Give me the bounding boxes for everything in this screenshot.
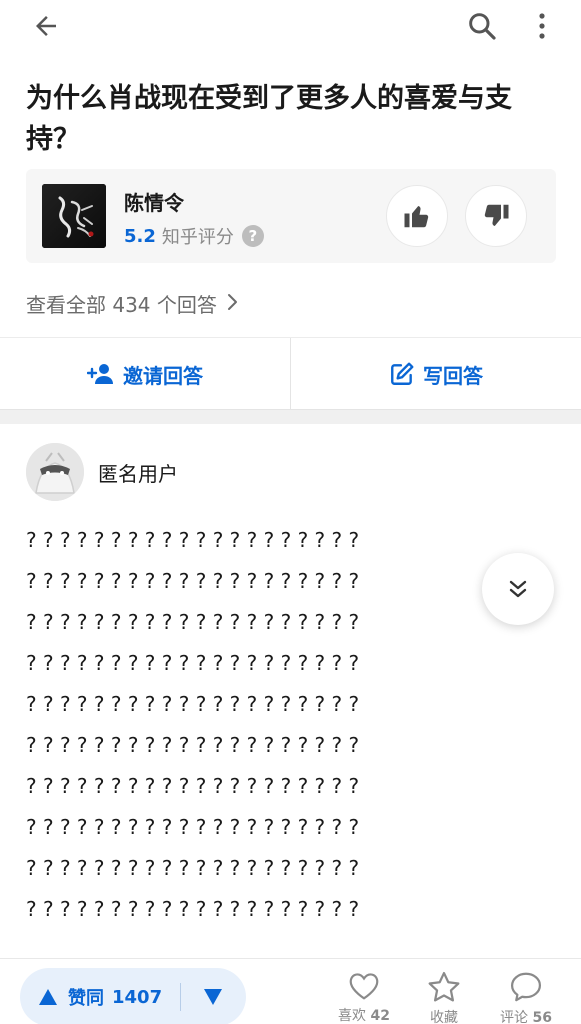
upvote-count: 1407 — [112, 986, 163, 1008]
answer-line: ? ? ? ? ? ? ? ? ? ? ? ? ? ? ? ? ? ? ? ? — [26, 569, 360, 593]
answer-line: ? ? ? ? ? ? ? ? ? ? ? ? ? ? ? ? ? ? ? ? — [26, 774, 360, 798]
avatar[interactable] — [26, 443, 84, 501]
chevron-right-icon — [227, 292, 239, 316]
triangle-down-icon — [204, 989, 223, 1005]
triangle-up-icon — [39, 989, 57, 1005]
topic-name: 陈情令 — [124, 191, 184, 215]
answer-line: ? ? ? ? ? ? ? ? ? ? ? ? ? ? ? ? ? ? ? ? — [26, 651, 360, 675]
star-icon — [428, 971, 460, 1002]
more-vertical-icon[interactable] — [526, 6, 558, 46]
bottom-bar: 赞同 1407 喜欢 42 收藏 评论 56 — [0, 958, 581, 1024]
answer-author[interactable]: 匿名用户 — [26, 443, 178, 501]
double-chevron-down-icon — [509, 580, 527, 598]
thumb-up-icon — [404, 206, 429, 228]
score-label: 知乎评分 — [161, 227, 234, 248]
back-arrow-icon[interactable] — [28, 8, 64, 44]
speech-bubble-icon — [510, 972, 541, 1002]
like-count: 42 — [370, 1008, 390, 1024]
topic-card[interactable]: 陈情令 5.2 知乎评分 ? — [26, 169, 556, 263]
view-all-label: 查看全部 434 个回答 — [26, 293, 217, 317]
help-icon[interactable]: ? — [241, 225, 264, 247]
vote-control: 赞同 1407 — [20, 968, 246, 1024]
write-answer-label: 写回答 — [423, 363, 483, 388]
thumb-down-icon — [484, 204, 509, 226]
answer-line: ? ? ? ? ? ? ? ? ? ? ? ? ? ? ? ? ? ? ? ? — [26, 897, 360, 921]
author-name[interactable]: 匿名用户 — [98, 458, 178, 487]
view-all-answers-link[interactable]: 查看全部 434 个回答 — [26, 289, 239, 318]
edit-icon — [391, 362, 414, 385]
upvote-label: 赞同 — [68, 988, 104, 1009]
comment-label-row: 评论 56 — [500, 1007, 552, 1024]
comment-count: 56 — [532, 1010, 552, 1024]
search-icon[interactable] — [462, 6, 502, 46]
cover-image — [42, 184, 106, 248]
favorite-label: 收藏 — [430, 1010, 458, 1024]
score-value: 5.2 — [124, 225, 156, 247]
question-title[interactable]: 为什么肖战现在受到了更多人的喜爱与支持？ — [26, 78, 562, 160]
answer-line: ? ? ? ? ? ? ? ? ? ? ? ? ? ? ? ? ? ? ? ? — [26, 610, 360, 634]
like-button[interactable]: 喜欢 42 — [338, 971, 390, 1024]
comment-label: 评论 — [500, 1010, 528, 1024]
invite-answer-button[interactable]: 邀请回答 — [0, 338, 290, 410]
answer-line: ? ? ? ? ? ? ? ? ? ? ? ? ? ? ? ? ? ? ? ? — [26, 528, 360, 552]
vote-divider — [180, 983, 182, 1011]
like-label: 喜欢 — [338, 1008, 366, 1024]
answer-line: ? ? ? ? ? ? ? ? ? ? ? ? ? ? ? ? ? ? ? ? — [26, 815, 360, 839]
thumb-up-button[interactable] — [386, 185, 448, 247]
downvote-button[interactable] — [203, 988, 223, 1006]
invite-answer-label: 邀请回答 — [123, 363, 203, 388]
answer-line: ? ? ? ? ? ? ? ? ? ? ? ? ? ? ? ? ? ? ? ? — [26, 692, 360, 716]
upvote-button[interactable]: 赞同 1407 — [20, 984, 162, 1010]
section-gap — [0, 409, 581, 424]
thumb-down-button[interactable] — [465, 185, 527, 247]
top-bar — [0, 0, 581, 52]
comment-button[interactable]: 评论 56 — [500, 971, 552, 1024]
next-answer-button[interactable] — [482, 553, 554, 625]
add-person-icon — [87, 364, 113, 384]
answer-content[interactable]: ? ? ? ? ? ? ? ? ? ? ? ? ? ? ? ? ? ? ? ? … — [26, 520, 542, 930]
heart-icon — [349, 973, 379, 1000]
answer-line: ? ? ? ? ? ? ? ? ? ? ? ? ? ? ? ? ? ? ? ? — [26, 856, 360, 880]
answer-action-bar: 邀请回答 写回答 — [0, 337, 581, 410]
like-label-row: 喜欢 42 — [338, 1005, 390, 1024]
write-answer-button[interactable]: 写回答 — [291, 338, 581, 410]
favorite-button[interactable]: 收藏 — [427, 971, 461, 1024]
answer-line: ? ? ? ? ? ? ? ? ? ? ? ? ? ? ? ? ? ? ? ? — [26, 733, 360, 757]
score-row: 5.2 知乎评分 ? — [124, 223, 264, 249]
